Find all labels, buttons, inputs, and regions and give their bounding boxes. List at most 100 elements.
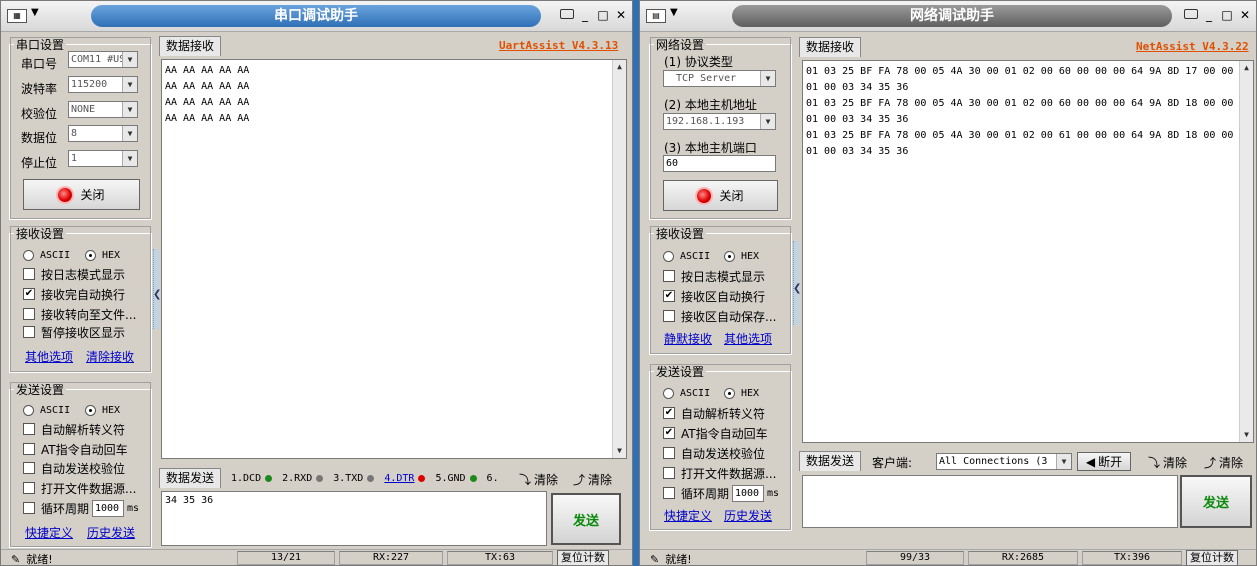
- version-link[interactable]: UartAssist V4.3.13: [499, 39, 618, 52]
- checkbox-icon: [23, 268, 35, 280]
- clear-recv-button[interactable]: ⤵ 清除: [519, 469, 558, 489]
- clear-send-button[interactable]: ⤴ 清除: [573, 469, 612, 489]
- send-ascii-radio[interactable]: ASCII: [663, 383, 710, 403]
- other-options-link[interactable]: 其他选项: [25, 348, 73, 365]
- minimize-button[interactable]: _: [1202, 8, 1216, 22]
- recv-opt-pause[interactable]: 暂停接收区显示: [23, 322, 125, 342]
- system-menu-arrow[interactable]: ▼: [31, 7, 39, 18]
- port-input[interactable]: 60: [663, 155, 776, 172]
- send-input[interactable]: [802, 475, 1178, 528]
- host-select[interactable]: 192.168.1.193 ▼: [663, 113, 776, 130]
- maximize-button[interactable]: □: [596, 8, 610, 22]
- pin-txd-label: 3.TXD: [333, 473, 364, 484]
- send-input[interactable]: 34 35 36: [161, 491, 547, 546]
- send-opt-cycle[interactable]: 循环周期: [663, 483, 729, 503]
- send-button[interactable]: 发送: [551, 493, 621, 545]
- send-opt-file[interactable]: 打开文件数据源...: [663, 463, 776, 483]
- close-listen-button[interactable]: 关闭: [663, 180, 778, 211]
- reset-count-button[interactable]: 复位计数: [557, 550, 609, 565]
- chevron-down-icon: ▼: [122, 77, 137, 92]
- side-collapse-handle[interactable]: ❮: [793, 241, 801, 325]
- minimize-button[interactable]: _: [578, 8, 592, 22]
- recv-opt-tofile[interactable]: 接收转向至文件...: [23, 304, 136, 324]
- recv-opt-log[interactable]: 按日志模式显示: [23, 264, 125, 284]
- send-opt-checksum[interactable]: 自动发送校验位: [663, 443, 765, 463]
- status-bar: ✎ 就绪! 13/21 RX:227 TX:63 复位计数: [1, 549, 632, 565]
- side-collapse-handle[interactable]: ❮: [153, 249, 161, 329]
- recv-ascii-radio[interactable]: ASCII: [663, 246, 710, 266]
- proto-select[interactable]: TCP Server ▼: [663, 70, 776, 87]
- version-link[interactable]: NetAssist V4.3.22: [1136, 40, 1249, 53]
- recv-scrollbar[interactable]: ▲ ▼: [612, 60, 626, 458]
- recv-hex-radio[interactable]: HEX: [724, 246, 759, 266]
- status-bar: ✎ 就绪! 99/33 RX:2685 TX:396 复位计数: [640, 549, 1256, 565]
- send-opt-at[interactable]: ✔ AT指令自动回车: [663, 423, 768, 443]
- history-send-link[interactable]: 历史发送: [724, 507, 772, 524]
- checkbox-icon: [23, 308, 35, 320]
- clear-recv-link[interactable]: 清除接收: [86, 348, 134, 365]
- title-bar: ▤ ▼ 网络调试助手 _ □ ✕: [640, 1, 1256, 32]
- silent-recv-link[interactable]: 静默接收: [664, 330, 712, 347]
- checkbox-icon: [663, 447, 675, 459]
- send-opt-at[interactable]: AT指令自动回车: [23, 439, 128, 459]
- recv-area[interactable]: AA AA AA AA AA AA AA AA AA AA AA AA AA A…: [161, 59, 627, 459]
- recv-hex-radio[interactable]: HEX: [85, 245, 120, 265]
- other-options-link[interactable]: 其他选项: [724, 330, 772, 347]
- scroll-down-icon: ▼: [617, 446, 622, 455]
- send-hex-radio[interactable]: HEX: [724, 383, 759, 403]
- recv-opt-autowrap[interactable]: ✔ 接收完自动换行: [23, 284, 125, 304]
- disconnect-button[interactable]: ◀ 断开: [1077, 452, 1131, 471]
- maximize-button[interactable]: □: [1220, 8, 1234, 22]
- recv-area[interactable]: 01 03 25 BF FA 78 00 05 4A 30 00 01 02 0…: [802, 60, 1254, 443]
- send-opt-escape[interactable]: ✔ 自动解析转义符: [663, 403, 765, 423]
- shortcut-define-link[interactable]: 快捷定义: [25, 524, 73, 541]
- parity-select[interactable]: NONE ▼: [68, 101, 138, 118]
- status-count: 99/33: [866, 551, 964, 565]
- tab-recv[interactable]: 数据接收: [159, 36, 222, 56]
- tab-send[interactable]: 数据发送: [799, 451, 862, 471]
- reset-count-button[interactable]: 复位计数: [1186, 550, 1238, 565]
- host-label: (2) 本地主机地址: [664, 97, 757, 112]
- pin-icon[interactable]: [1184, 8, 1198, 22]
- close-button[interactable]: ✕: [1238, 8, 1252, 22]
- shortcut-define-link[interactable]: 快捷定义: [664, 507, 712, 524]
- recv-ascii-radio[interactable]: ASCII: [23, 245, 70, 265]
- send-opt-checksum[interactable]: 自动发送校验位: [23, 458, 125, 478]
- app-icon[interactable]: ▦: [7, 9, 27, 23]
- port-select[interactable]: COM11 #US ▼: [68, 51, 138, 68]
- close-button[interactable]: ✕: [614, 8, 628, 22]
- tab-send[interactable]: 数据发送: [159, 468, 222, 488]
- send-button[interactable]: 发送: [1180, 475, 1252, 528]
- checkbox-icon: [663, 270, 675, 282]
- recv-opt-autosave[interactable]: 接收区自动保存...: [663, 306, 776, 326]
- clear-icon: ⤴: [1204, 455, 1217, 470]
- pin-icon[interactable]: [560, 8, 574, 22]
- app-icon[interactable]: ▤: [646, 9, 666, 23]
- send-hex-radio[interactable]: HEX: [85, 400, 120, 420]
- recv-scrollbar[interactable]: ▲ ▼: [1239, 61, 1253, 442]
- send-opt-escape[interactable]: 自动解析转义符: [23, 419, 125, 439]
- recv-line: AA AA AA AA AA: [165, 81, 250, 92]
- tab-recv[interactable]: 数据接收: [799, 37, 862, 57]
- uart-assist-window: ▦ ▼ 串口调试助手 _ □ ✕ 串口设置 串口号 COM11 #US ▼ 波特率…: [0, 0, 633, 566]
- send-opt-cycle[interactable]: 循环周期: [23, 498, 89, 518]
- recv-opt-log[interactable]: 按日志模式显示: [663, 266, 765, 286]
- recv-opt-autowrap[interactable]: ✔ 接收区自动换行: [663, 286, 765, 306]
- system-menu-arrow[interactable]: ▼: [670, 7, 678, 18]
- close-port-button[interactable]: 关闭: [23, 179, 140, 210]
- history-send-link[interactable]: 历史发送: [87, 524, 135, 541]
- baud-select[interactable]: 115200 ▼: [68, 76, 138, 93]
- cycle-period-input[interactable]: 1000: [92, 500, 124, 517]
- pin-dtr-label[interactable]: 4.DTR: [384, 473, 414, 484]
- stopbits-label: 停止位: [21, 155, 58, 170]
- clear-recv-button[interactable]: ⤵ 清除: [1148, 452, 1187, 472]
- clear-send-button[interactable]: ⤴ 清除: [1204, 452, 1243, 472]
- stopbits-select[interactable]: 1 ▼: [68, 150, 138, 167]
- cycle-period-input[interactable]: 1000: [732, 485, 764, 502]
- send-opt-file[interactable]: 打开文件数据源...: [23, 478, 136, 498]
- send-ascii-radio[interactable]: ASCII: [23, 400, 70, 420]
- pin-dcd-label: 1.DCD: [231, 473, 262, 484]
- databits-select[interactable]: 8 ▼: [68, 125, 138, 142]
- checkbox-icon: [663, 467, 675, 479]
- client-select[interactable]: All Connections (3 ▼: [936, 453, 1072, 470]
